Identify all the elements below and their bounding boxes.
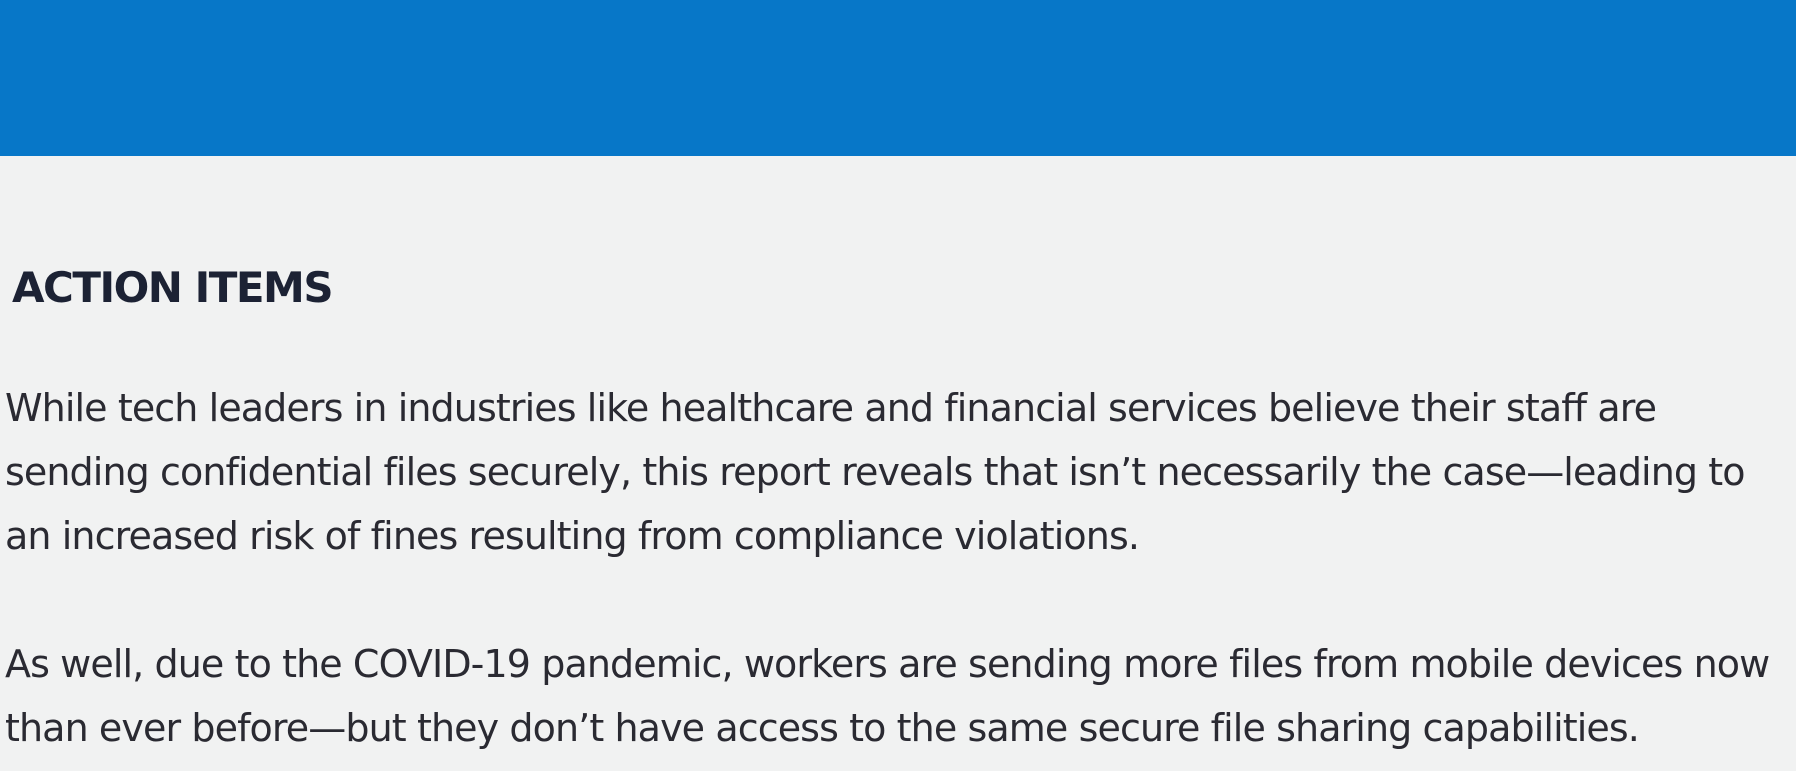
paragraph-line: than ever before—but they don’t have acc…: [5, 706, 1640, 750]
paragraph-line: As well, due to the COVID-19 pandemic, w…: [5, 642, 1770, 686]
paragraph-compliance-risk: While tech leaders in industries like he…: [5, 376, 1785, 568]
top-banner: [0, 0, 1796, 156]
paragraph-line: sending confidential files securely, thi…: [5, 450, 1746, 494]
paragraph-mobile-devices: As well, due to the COVID-19 pandemic, w…: [5, 632, 1785, 760]
paragraph-line: an increased risk of fines resulting fro…: [5, 514, 1140, 558]
section-heading: ACTION ITEMS: [12, 263, 334, 312]
paragraph-line: While tech leaders in industries like he…: [5, 386, 1657, 430]
